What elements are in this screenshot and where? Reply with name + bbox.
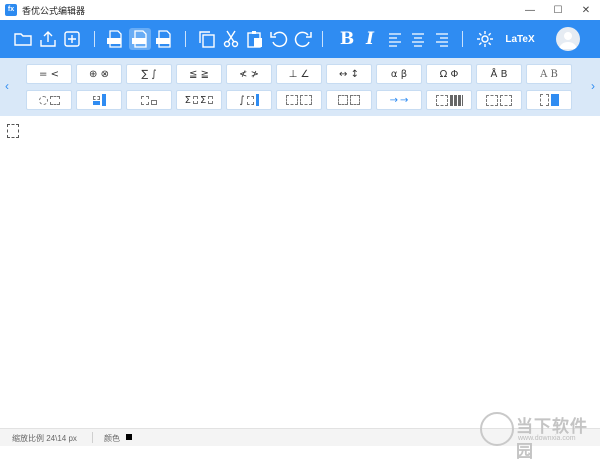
- palette-accent-templates-button[interactable]: [126, 90, 172, 110]
- latex-button[interactable]: LaTeX: [504, 28, 536, 50]
- window-title: 香优公式编辑器: [22, 5, 86, 16]
- undo-icon[interactable]: [268, 28, 290, 50]
- align-center-icon[interactable]: [407, 28, 429, 50]
- zoom-status: 缩放比例 24\14 px: [12, 434, 77, 443]
- toolbar-separator: [322, 31, 323, 47]
- color-swatch[interactable]: [126, 434, 132, 440]
- maximize-button[interactable]: ☐: [544, 0, 572, 20]
- formula-editor-canvas[interactable]: [0, 116, 600, 428]
- new-document-icon[interactable]: [61, 28, 83, 50]
- palette-prev-button[interactable]: ‹: [2, 78, 12, 94]
- close-button[interactable]: ✕: [572, 0, 600, 20]
- folder-open-icon[interactable]: [12, 28, 34, 50]
- watermark-logo-icon: [480, 412, 514, 446]
- align-right-icon[interactable]: [431, 28, 453, 50]
- redo-icon[interactable]: [292, 28, 314, 50]
- palette-negations-button[interactable]: ≮ ≯: [226, 64, 272, 84]
- palette-box-templates-button[interactable]: [476, 90, 522, 110]
- palette-geometry-button[interactable]: ⊥ ∠: [276, 64, 322, 84]
- main-toolbar: B I LaTeX: [0, 20, 600, 58]
- toolbar-separator: [185, 31, 186, 47]
- toolbar-separator: [462, 31, 463, 47]
- palette-arrow-templates-button[interactable]: → →: [376, 90, 422, 110]
- gear-icon[interactable]: [474, 28, 496, 50]
- palette-fraction-templates-button[interactable]: [26, 90, 72, 110]
- upload-icon[interactable]: [37, 28, 59, 50]
- watermark-url: www.downxia.com: [518, 435, 576, 442]
- palette-arrows-button[interactable]: ↔ ↕: [326, 64, 372, 84]
- formula-placeholder-box[interactable]: [7, 124, 19, 138]
- symbol-palette: ‹ › = < ⊕ ⊗ ∑ ∫ ≦ ≧ ≮ ≯ ⊥ ∠ ↔ ↕ α β Ω Φ …: [0, 58, 600, 116]
- palette-sum-templates-button[interactable]: ΣΣ: [176, 90, 222, 110]
- minimize-button[interactable]: —: [516, 0, 544, 20]
- status-separator: [92, 432, 93, 443]
- palette-matrix-templates-button[interactable]: [426, 90, 472, 110]
- palette-sum-integral-button[interactable]: ∑ ∫: [126, 64, 172, 84]
- color-status-label: 颜色: [104, 434, 120, 443]
- export-svg-icon[interactable]: [129, 28, 151, 50]
- title-bar: fx 香优公式编辑器 — ☐ ✕: [0, 0, 600, 20]
- palette-fonts-button[interactable]: A B: [526, 64, 572, 84]
- italic-button[interactable]: I: [360, 28, 380, 50]
- palette-over-under-templates-button[interactable]: [326, 90, 372, 110]
- cut-icon[interactable]: [220, 28, 242, 50]
- export-tex-icon[interactable]: [153, 28, 175, 50]
- palette-script-templates-button[interactable]: [76, 90, 122, 110]
- app-logo-icon: fx: [5, 4, 17, 16]
- palette-greek-upper-button[interactable]: Ω Φ: [426, 64, 472, 84]
- export-png-icon[interactable]: [104, 28, 126, 50]
- toolbar-separator: [94, 31, 95, 47]
- palette-letter-styles-button[interactable]: Å B: [476, 64, 522, 84]
- palette-inequalities-button[interactable]: ≦ ≧: [176, 64, 222, 84]
- palette-relations-button[interactable]: = <: [26, 64, 72, 84]
- paste-icon[interactable]: [244, 28, 266, 50]
- bold-button[interactable]: B: [337, 28, 357, 50]
- palette-next-button[interactable]: ›: [588, 78, 598, 94]
- palette-integral-templates-button[interactable]: ∫: [226, 90, 272, 110]
- palette-stack-templates-button[interactable]: [526, 90, 572, 110]
- palette-greek-lower-button[interactable]: α β: [376, 64, 422, 84]
- copy-icon[interactable]: [196, 28, 218, 50]
- align-left-icon[interactable]: [384, 28, 406, 50]
- site-watermark: 当下软件园 www.downxia.com: [480, 408, 596, 460]
- window-controls: — ☐ ✕: [516, 0, 600, 20]
- palette-bracket-templates-button[interactable]: [276, 90, 322, 110]
- avatar[interactable]: [556, 27, 580, 51]
- palette-operators-button[interactable]: ⊕ ⊗: [76, 64, 122, 84]
